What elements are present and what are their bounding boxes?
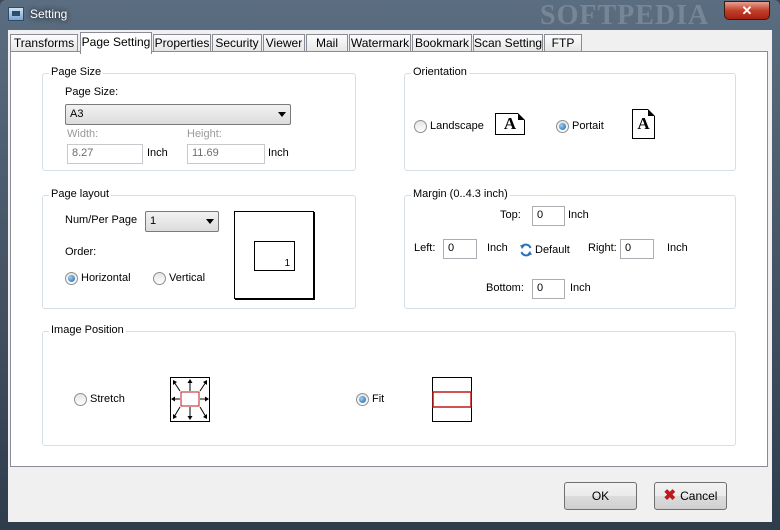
landscape-label[interactable]: Landscape <box>430 120 484 132</box>
app-icon <box>8 7 24 21</box>
page-layout-group: Page layout Num/Per Page 1 Order: Horizo… <box>42 188 356 309</box>
window-title: Setting <box>30 7 68 21</box>
order-label: Order: <box>65 246 97 258</box>
width-field[interactable]: 8.27 <box>67 144 143 164</box>
margin-group: Margin (0..4.3 inch) Top: 0 Inch Left: 0… <box>404 188 736 309</box>
width-unit: Inch <box>147 147 168 159</box>
title-bar[interactable]: Setting SOFTPEDIA ✕ <box>0 0 780 31</box>
layout-preview-page: 1 <box>254 241 295 271</box>
page-setting-panel: Page Size Page Size: A3 Width: 8.27 Inch… <box>10 51 768 467</box>
height-field[interactable]: 11.69 <box>187 144 265 164</box>
layout-preview-number: 1 <box>284 258 290 269</box>
page-layout-title: Page layout <box>49 188 112 200</box>
tab-page-setting[interactable]: Page Setting <box>80 32 152 54</box>
fit-label[interactable]: Fit <box>372 393 384 405</box>
layout-preview: 1 <box>234 211 314 299</box>
portrait-page-icon: A <box>632 109 655 139</box>
image-position-group: Image Position Stretch Fit <box>42 324 736 446</box>
page-size-group: Page Size Page Size: A3 Width: 8.27 Inch… <box>42 66 356 171</box>
close-button[interactable]: ✕ <box>724 1 770 20</box>
dialog-client: Transforms Page Setting Properties Secur… <box>8 30 772 522</box>
ok-button[interactable]: OK <box>564 482 637 510</box>
page-size-select[interactable]: A3 <box>65 104 291 125</box>
default-button[interactable]: Default <box>535 244 570 256</box>
num-per-page-label: Num/Per Page <box>65 214 138 226</box>
vertical-radio[interactable] <box>153 272 166 285</box>
height-unit: Inch <box>268 147 289 159</box>
margin-bottom-unit: Inch <box>570 282 591 294</box>
softpedia-watermark: SOFTPEDIA <box>540 0 710 31</box>
margin-left-field[interactable]: 0 <box>443 239 477 259</box>
height-label: Height: <box>187 128 222 140</box>
stretch-label[interactable]: Stretch <box>90 393 125 405</box>
chevron-down-icon <box>278 112 286 117</box>
vertical-label[interactable]: Vertical <box>169 272 205 284</box>
settings-window: Setting SOFTPEDIA ✕ Transforms Page Sett… <box>0 0 780 530</box>
landscape-page-icon: A <box>495 113 525 135</box>
page-size-label: Page Size: <box>65 86 119 98</box>
fit-preview-icon <box>432 377 472 422</box>
margin-right-unit: Inch <box>667 242 688 254</box>
cancel-x-icon: ✖ <box>663 487 677 504</box>
landscape-radio[interactable] <box>414 120 427 133</box>
page-size-value: A3 <box>70 108 84 120</box>
margin-left-label: Left: <box>414 242 436 254</box>
image-position-title: Image Position <box>49 324 126 336</box>
fit-radio[interactable] <box>356 393 369 406</box>
margin-title: Margin (0..4.3 inch) <box>411 188 510 200</box>
refresh-icon[interactable] <box>519 243 533 257</box>
chevron-down-icon <box>206 219 214 224</box>
cancel-button[interactable]: ✖ Cancel <box>654 482 727 510</box>
margin-top-field[interactable]: 0 <box>532 206 565 226</box>
margin-bottom-field[interactable]: 0 <box>532 279 565 299</box>
margin-right-label: Right: <box>588 242 617 254</box>
margin-left-unit: Inch <box>487 242 508 254</box>
margin-bottom-label: Bottom: <box>486 282 524 294</box>
page-size-title: Page Size <box>49 66 104 78</box>
portrait-label[interactable]: Portait <box>572 120 604 132</box>
margin-right-field[interactable]: 0 <box>620 239 654 259</box>
orientation-title: Orientation <box>411 66 469 78</box>
stretch-preview-icon <box>170 377 210 422</box>
stretch-radio[interactable] <box>74 393 87 406</box>
width-label: Width: <box>67 128 99 140</box>
horizontal-radio[interactable] <box>65 272 78 285</box>
num-per-page-select[interactable]: 1 <box>145 211 219 232</box>
margin-top-label: Top: <box>500 209 521 221</box>
orientation-group: Orientation Landscape A Portait A <box>404 66 736 171</box>
margin-top-unit: Inch <box>568 209 589 221</box>
horizontal-label[interactable]: Horizontal <box>81 272 131 284</box>
portrait-radio[interactable] <box>556 120 569 133</box>
num-per-page-value: 1 <box>150 215 157 227</box>
